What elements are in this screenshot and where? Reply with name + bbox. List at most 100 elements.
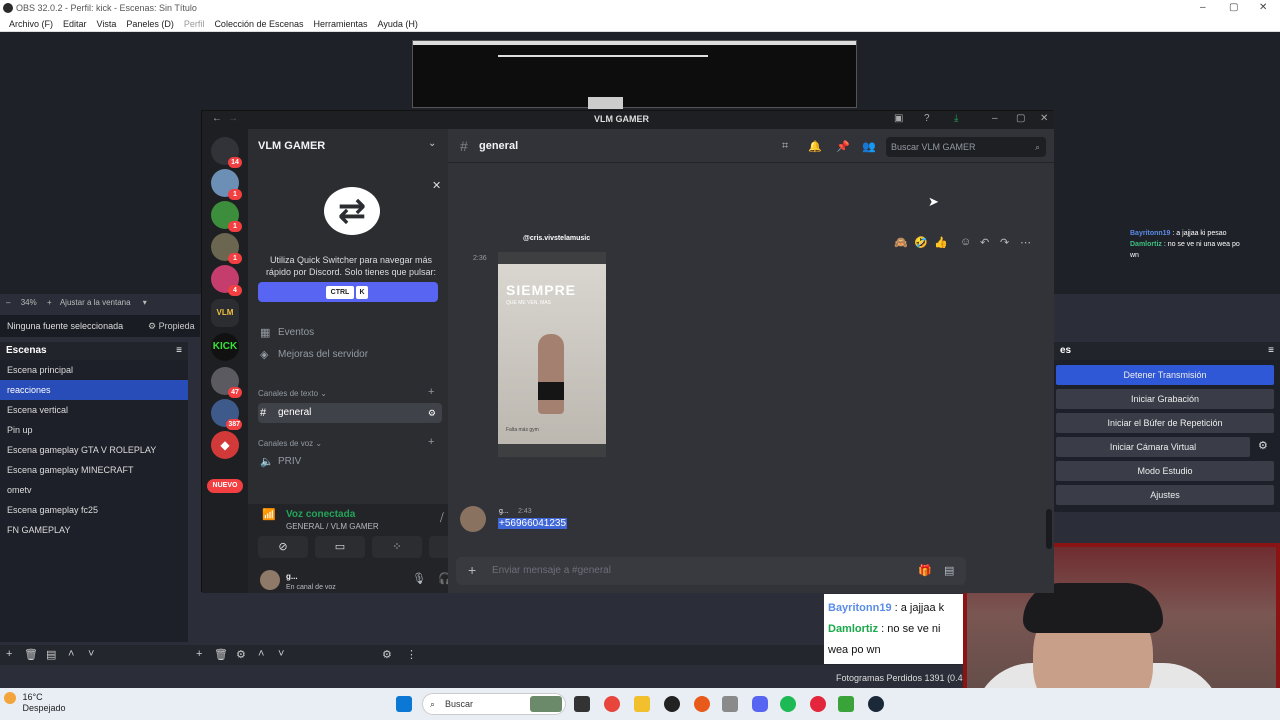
dm-home-icon[interactable]: 14 xyxy=(211,137,242,168)
obs-icon[interactable] xyxy=(664,696,680,712)
gear-icon[interactable]: ⚙ xyxy=(236,648,246,661)
add-attachment-icon[interactable]: + xyxy=(468,562,476,578)
menu-vista[interactable]: Vista xyxy=(92,16,122,31)
inbox-icon[interactable]: ▣ xyxy=(894,113,903,124)
add-reaction-icon[interactable]: ☺ xyxy=(960,236,971,248)
discord-icon[interactable] xyxy=(752,696,768,712)
menu-archivo[interactable]: Archivo (F) xyxy=(4,16,58,31)
members-icon[interactable]: 👥 xyxy=(862,140,876,153)
settings-button[interactable]: Ajustes xyxy=(1056,485,1274,505)
scene-item[interactable]: Escena gameplay MINECRAFT xyxy=(0,460,188,480)
events-item[interactable]: ▦ Eventos xyxy=(258,323,442,343)
guild-name[interactable]: VLM GAMER xyxy=(258,140,325,152)
zoom-fit-label[interactable]: Ajustar a la ventana xyxy=(60,298,131,307)
minecraft-icon[interactable] xyxy=(838,696,854,712)
threads-icon[interactable]: ⌗ xyxy=(782,140,788,153)
menu-ayuda[interactable]: Ayuda (H) xyxy=(373,16,423,31)
chevron-down-icon[interactable]: ⌄ xyxy=(428,138,436,149)
message-composer[interactable]: + Enviar mensaje a #general 🎁 ▤ xyxy=(456,557,966,585)
spotify-icon[interactable] xyxy=(780,696,796,712)
scene-item[interactable]: Pin up xyxy=(0,420,188,440)
add-icon[interactable]: + xyxy=(6,648,12,660)
mixer-settings-icon[interactable]: ⚙ xyxy=(382,648,392,661)
scene-item[interactable]: Escena gameplay fc25 xyxy=(0,500,188,520)
server-icon[interactable]: 47 xyxy=(211,367,242,398)
noise-suppression-icon[interactable]: ⧸ xyxy=(440,512,444,525)
trash-icon[interactable]: 🗑 xyxy=(214,648,228,661)
scene-item[interactable]: FN GAMEPLAY xyxy=(0,520,188,540)
discover-icon[interactable]: ◆ xyxy=(211,431,239,459)
voice-connected-label[interactable]: Voz conectada xyxy=(286,509,355,520)
filter-icon[interactable]: ▤ xyxy=(46,648,56,661)
menu-paneles[interactable]: Paneles (D) xyxy=(121,16,179,31)
virtual-camera-button[interactable]: Iniciar Cámara Virtual xyxy=(1056,437,1250,457)
dock-menu-icon[interactable]: ≡ xyxy=(1268,342,1274,360)
scene-item[interactable]: Escena vertical xyxy=(0,400,188,420)
close-icon[interactable]: ✕ xyxy=(1259,0,1267,16)
search-input[interactable]: Buscar VLM GAMER ⌕ xyxy=(886,137,1046,157)
server-icon[interactable]: 1 xyxy=(211,169,242,200)
menu-editar[interactable]: Editar xyxy=(58,16,92,31)
menu-perfil[interactable]: Perfil xyxy=(179,16,210,31)
widget-image-icon[interactable] xyxy=(530,696,562,712)
properties-button[interactable]: ⚙ Propieda xyxy=(148,315,200,337)
forward-icon[interactable]: ↷ xyxy=(1000,236,1009,249)
camera-off-button[interactable]: ⊘ xyxy=(258,536,308,558)
avatar[interactable] xyxy=(260,570,280,590)
brave-icon[interactable] xyxy=(694,696,710,712)
add-channel-icon[interactable]: + xyxy=(428,436,434,448)
chevron-up-icon[interactable]: ˄ xyxy=(68,648,74,660)
vlm-server-icon[interactable]: VLM xyxy=(211,299,239,327)
back-arrow-icon[interactable]: ← xyxy=(212,113,222,124)
chevron-down-icon[interactable]: ˅ xyxy=(88,648,94,660)
chrome-icon[interactable] xyxy=(604,696,620,712)
close-icon[interactable]: ✕ xyxy=(432,179,441,192)
forward-arrow-icon[interactable]: → xyxy=(228,113,238,124)
more-icon[interactable]: ⋮ xyxy=(406,648,417,661)
weather-widget[interactable]: 16°C Despejado xyxy=(4,692,66,714)
reaction-icon[interactable]: 🙈 xyxy=(894,236,908,249)
channel-settings-icon[interactable]: ⚙ xyxy=(428,403,436,423)
boost-item[interactable]: ◈ Mejoras del servidor xyxy=(258,345,442,365)
scene-item-selected[interactable]: reacciones xyxy=(0,380,188,400)
server-icon[interactable]: 387 xyxy=(211,399,242,430)
task-view-icon[interactable] xyxy=(574,696,590,712)
text-category[interactable]: Canales de texto ⌄ xyxy=(258,389,327,398)
zoom-plus-icon[interactable]: + xyxy=(47,298,52,307)
more-icon[interactable]: ⋯ xyxy=(1020,236,1031,249)
replay-buffer-button[interactable]: Iniciar el Búfer de Repetición xyxy=(1056,413,1274,433)
steam-icon[interactable] xyxy=(868,696,884,712)
menu-coleccion[interactable]: Colección de Escenas xyxy=(209,16,308,31)
add-icon[interactable]: + xyxy=(196,648,202,660)
minimize-icon[interactable]: – xyxy=(992,113,998,124)
start-icon[interactable] xyxy=(396,696,412,712)
message-text[interactable]: +56966041235 xyxy=(498,518,568,529)
opera-icon[interactable] xyxy=(810,696,826,712)
server-icon[interactable]: 4 xyxy=(211,265,242,296)
pin-icon[interactable]: 📌 xyxy=(836,140,850,153)
menu-herramientas[interactable]: Herramientas xyxy=(309,16,373,31)
thumbs-up-icon[interactable]: 👍 xyxy=(934,236,948,249)
chevron-down-icon[interactable]: ˅ xyxy=(278,648,284,660)
scene-item[interactable]: ometv xyxy=(0,480,188,500)
voice-category[interactable]: Canales de voz ⌄ xyxy=(258,439,322,448)
server-icon[interactable]: 1 xyxy=(211,233,242,264)
bell-icon[interactable]: 🔔 xyxy=(808,140,822,153)
chevron-up-icon[interactable]: ˄ xyxy=(258,648,264,660)
message-image[interactable]: @cris.vivstelamusic xyxy=(498,163,606,245)
close-icon[interactable]: ✕ xyxy=(1040,113,1048,124)
download-icon[interactable]: ⤓ xyxy=(954,113,958,124)
gear-icon[interactable]: ⚙ xyxy=(1258,439,1268,452)
reaction-icon[interactable]: 🤣 xyxy=(914,236,928,249)
maximize-icon[interactable]: ▢ xyxy=(1229,0,1238,16)
dock-menu-icon[interactable]: ≡ xyxy=(176,342,182,360)
server-icon[interactable]: 1 xyxy=(211,201,242,232)
gift-icon[interactable]: 🎁 xyxy=(918,564,932,577)
trash-icon[interactable]: 🗑 xyxy=(24,648,38,661)
file-explorer-icon[interactable] xyxy=(634,696,650,712)
start-recording-button[interactable]: Iniciar Grabación xyxy=(1056,389,1274,409)
message-image[interactable]: SIEMPRE QUE ME VEN, MAS Falta más gym xyxy=(498,252,606,457)
app-icon[interactable] xyxy=(722,696,738,712)
minimize-icon[interactable]: – xyxy=(1200,0,1206,16)
activities-button[interactable]: ⁘ xyxy=(372,536,422,558)
